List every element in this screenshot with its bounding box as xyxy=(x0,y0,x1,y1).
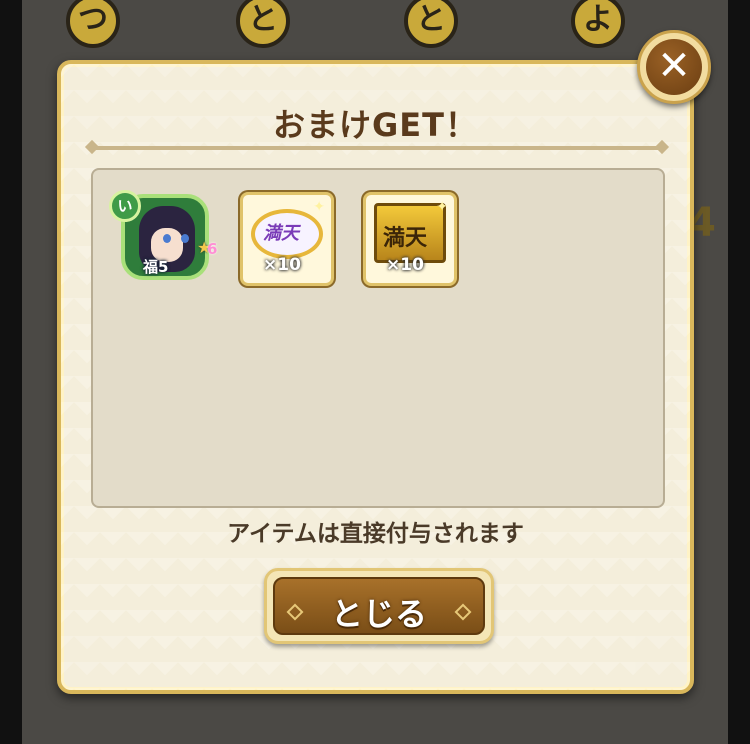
background-kana-1: つ xyxy=(66,0,120,48)
close-button-label: とじる xyxy=(330,595,427,633)
sparkle-icon: ✦ xyxy=(436,199,448,215)
bonus-reward-dialog: おまけGET！ い 福5 ★ 6 満天 ✦ ×10 満天 ✦ ×10 アイテムは… xyxy=(57,60,694,694)
ticket-count: ×10 xyxy=(386,255,424,275)
rarity-number: 6 xyxy=(207,240,218,258)
screen-edge-right xyxy=(728,0,750,744)
background-character-1: つ xyxy=(40,0,160,60)
gold-ticket-icon: 満天 xyxy=(374,203,446,263)
character-element-badge: い xyxy=(109,190,141,222)
screen-edge-left xyxy=(0,0,22,744)
dialog-title: おまけGET！ xyxy=(273,106,478,144)
oval-ticket-icon: 満天 xyxy=(251,209,323,259)
ticket-mark: 満天 xyxy=(383,226,428,251)
close-x-button[interactable]: ✕ xyxy=(637,30,711,104)
background-character-2: と xyxy=(210,0,330,60)
ticket-mark: 満天 xyxy=(263,223,299,244)
title-divider xyxy=(91,146,663,150)
background-kana-4: よ xyxy=(571,0,625,48)
reward-item-character[interactable]: い 福5 ★ 6 xyxy=(109,190,218,286)
background-character-3: と xyxy=(378,0,498,60)
character-caption: 福5 xyxy=(143,258,169,276)
close-x-face: ✕ xyxy=(646,39,702,95)
character-eye-left xyxy=(163,234,171,243)
character-eye-right xyxy=(181,234,189,243)
background-kana-2: と xyxy=(236,0,290,48)
sparkle-icon: ✦ xyxy=(313,199,325,215)
reward-item-ticket-oval[interactable]: 満天 ✦ ×10 xyxy=(240,192,334,286)
close-icon: ✕ xyxy=(657,43,691,89)
ticket-count: ×10 xyxy=(263,255,301,275)
background-kana-3: と xyxy=(404,0,458,48)
close-button-face: とじる xyxy=(273,577,485,635)
reward-item-ticket-gold[interactable]: 満天 ✦ ×10 xyxy=(363,192,457,286)
direct-grant-notice: アイテムは直接付与されます xyxy=(227,521,524,547)
close-button[interactable]: とじる xyxy=(264,568,494,644)
reward-items-panel: い 福5 ★ 6 満天 ✦ ×10 満天 ✦ ×10 xyxy=(91,168,665,508)
